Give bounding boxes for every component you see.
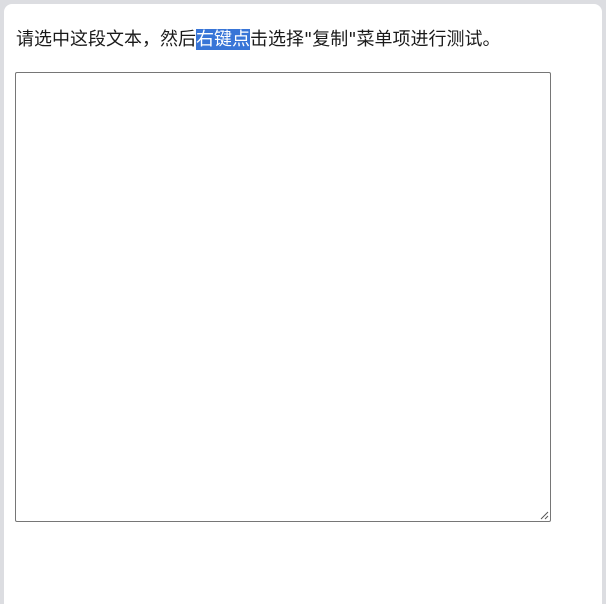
resize-grip-icon[interactable] xyxy=(539,510,549,520)
paste-textarea-container[interactable] xyxy=(15,72,551,522)
content-panel: 请选中这段文本，然后右键点击选择"复制"菜单项进行测试。 xyxy=(4,4,602,604)
paste-textarea[interactable] xyxy=(16,73,550,521)
instruction-text-after: 击选择"复制"菜单项进行测试。 xyxy=(250,29,501,50)
instruction-text[interactable]: 请选中这段文本，然后右键点击选择"复制"菜单项进行测试。 xyxy=(16,28,501,52)
selected-text-highlight[interactable]: 右键点 xyxy=(196,29,250,50)
instruction-text-before: 请选中这段文本，然后 xyxy=(16,29,196,50)
